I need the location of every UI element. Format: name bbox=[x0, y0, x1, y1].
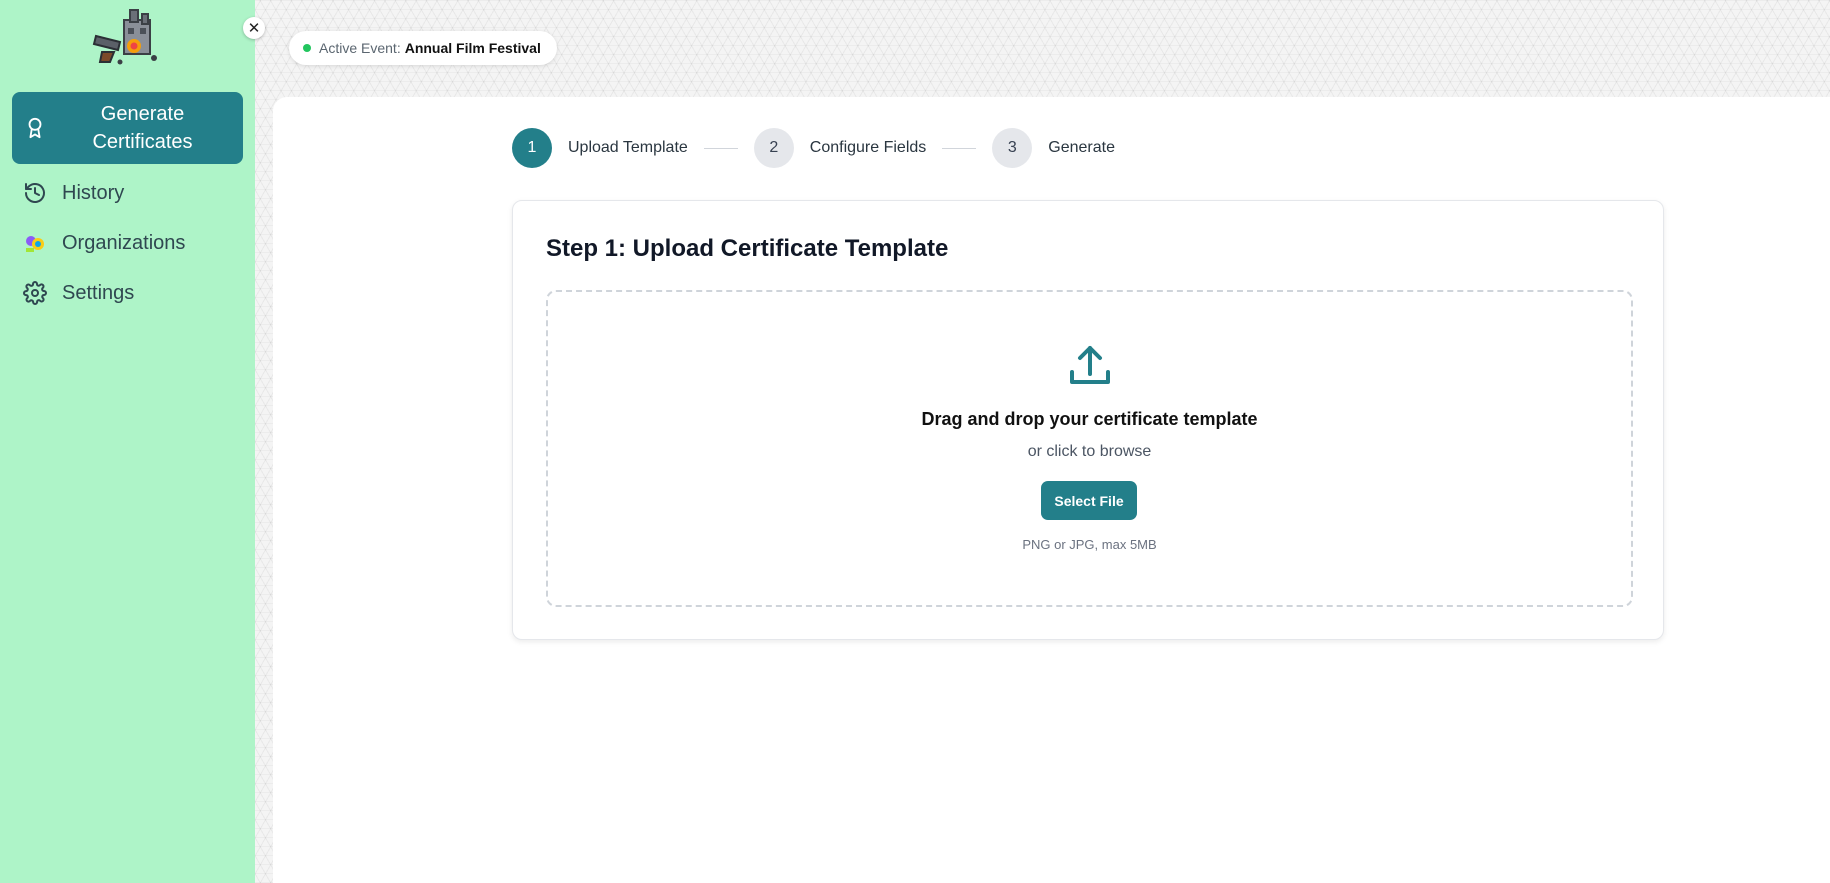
sidebar-item-history[interactable]: History bbox=[12, 178, 243, 208]
step-3-indicator: 3 bbox=[992, 128, 1033, 168]
gear-icon bbox=[22, 280, 48, 306]
file-type-hint: PNG or JPG, max 5MB bbox=[1022, 537, 1157, 552]
dropzone-subtitle: or click to browse bbox=[1027, 443, 1152, 460]
upload-dropzone[interactable]: Drag and drop your certificate template … bbox=[546, 290, 1633, 607]
step-2-label: Configure Fields bbox=[809, 139, 927, 156]
active-event-prefix: Active Event: bbox=[319, 40, 401, 56]
sidebar: Generate Certificates History Organizati… bbox=[0, 0, 255, 883]
award-icon bbox=[22, 115, 48, 141]
upload-icon bbox=[1070, 346, 1110, 384]
step-connector bbox=[703, 147, 738, 149]
card-title: Step 1: Upload Certificate Template bbox=[546, 235, 949, 262]
active-event-badge: Active Event: Annual Film Festival bbox=[289, 31, 557, 65]
step-3-label: Generate bbox=[1048, 139, 1115, 156]
organizations-icon bbox=[22, 230, 48, 256]
step-1-label: Upload Template bbox=[568, 139, 688, 156]
close-icon: ✕ bbox=[247, 20, 261, 37]
dropzone-title: Drag and drop your certificate template bbox=[921, 409, 1258, 429]
sidebar-item-label: Generate Certificates bbox=[92, 103, 193, 153]
sidebar-item-label: Organizations bbox=[62, 231, 186, 254]
status-dot bbox=[303, 44, 311, 52]
app-logo bbox=[92, 9, 157, 65]
upload-card: Step 1: Upload Certificate Template Drag… bbox=[512, 200, 1664, 640]
sidebar-item-label: Settings bbox=[62, 281, 135, 304]
sidebar-item-generate-certificates[interactable]: Generate Certificates bbox=[12, 92, 243, 164]
step-1-indicator: 1 bbox=[512, 128, 552, 168]
sidebar-item-label: History bbox=[62, 181, 125, 204]
active-event-name: Annual Film Festival bbox=[404, 40, 541, 56]
step-connector bbox=[942, 147, 977, 149]
stepper: 1 Upload Template 2 Configure Fields 3 G… bbox=[512, 128, 1115, 168]
step-2-indicator: 2 bbox=[753, 128, 794, 168]
history-icon bbox=[22, 180, 48, 206]
close-sidebar-button[interactable]: ✕ bbox=[243, 17, 265, 39]
sidebar-item-settings[interactable]: Settings bbox=[12, 278, 243, 308]
sidebar-item-organizations[interactable]: Organizations bbox=[12, 228, 243, 258]
select-file-button[interactable]: Select File bbox=[1041, 481, 1137, 520]
